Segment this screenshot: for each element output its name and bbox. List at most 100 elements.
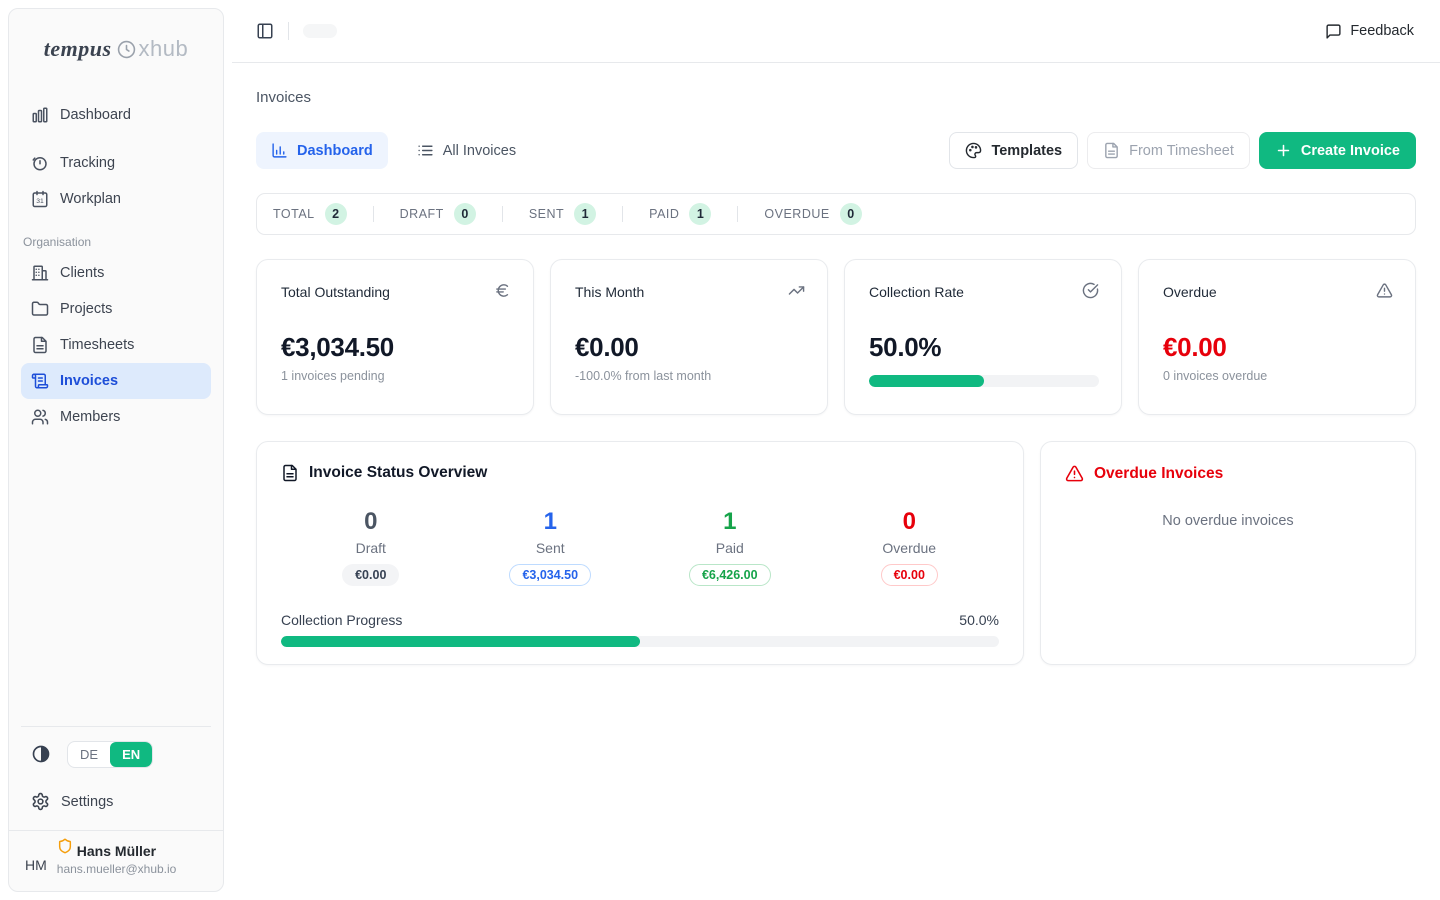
- card-title: Overdue Invoices: [1094, 465, 1223, 483]
- stat-amount-badge: €0.00: [342, 564, 399, 586]
- language-option-de[interactable]: DE: [68, 742, 110, 767]
- svg-text:31: 31: [36, 198, 44, 205]
- contrast-icon[interactable]: [31, 744, 51, 764]
- stat-count: 1: [640, 508, 820, 536]
- strip-label: SENT: [529, 207, 564, 221]
- avatar: HM: [25, 847, 47, 873]
- triangle-alert-icon: [1376, 282, 1393, 299]
- app-logo: tempus xhub: [21, 23, 211, 75]
- circle-check-icon: [1082, 282, 1099, 299]
- shield-icon: [57, 838, 73, 854]
- sidebar-bottom: DE EN Settings HM Hans Müller hans.muell…: [21, 726, 211, 892]
- sidebar-item-timesheets[interactable]: Timesheets: [21, 327, 211, 363]
- user-email: hans.mueller@xhub.io: [57, 862, 177, 877]
- sidebar-item-label: Clients: [60, 265, 104, 281]
- sidebar: tempus xhub Dashboard Tracking 31 Workpl…: [8, 8, 224, 892]
- sidebar-item-tracking[interactable]: Tracking: [21, 145, 211, 181]
- file-text-icon: [1103, 142, 1120, 159]
- stat-count: 0: [820, 508, 1000, 536]
- sidebar-item-dashboard[interactable]: Dashboard: [21, 97, 211, 133]
- sidebar-section-organisation: Organisation: [23, 235, 211, 249]
- count-badge: 1: [689, 203, 711, 225]
- card-total-outstanding: Total Outstanding €3,034.50 1 invoices p…: [256, 259, 534, 415]
- collection-rate-progress: [869, 375, 1099, 387]
- clock-logo-icon: [117, 40, 136, 59]
- sidebar-item-workplan[interactable]: 31 Workplan: [21, 181, 211, 217]
- list-icon: [417, 142, 434, 159]
- sidebar-item-members[interactable]: Members: [21, 399, 211, 435]
- overview-stat-sent: 1 Sent €3,034.50: [461, 508, 641, 586]
- stat-amount-badge: €0.00: [881, 564, 938, 586]
- overview-stat-draft: 0 Draft €0.00: [281, 508, 461, 586]
- language-toggle: DE EN: [67, 741, 153, 768]
- card-value: €3,034.50: [281, 332, 511, 363]
- sidebar-toggle-button[interactable]: [250, 16, 280, 46]
- card-value: €0.00: [1163, 332, 1393, 363]
- card-title: Overdue: [1163, 284, 1393, 300]
- topbar-divider: [288, 22, 289, 40]
- sidebar-item-label: Members: [60, 409, 120, 425]
- tab-label: All Invoices: [443, 143, 516, 159]
- create-invoice-button[interactable]: Create Invoice: [1259, 132, 1416, 169]
- count-badge: 2: [325, 203, 347, 225]
- strip-item-draft[interactable]: DRAFT 0: [400, 203, 476, 225]
- card-value: €0.00: [575, 332, 805, 363]
- timer-icon: [31, 154, 49, 172]
- card-collection-rate: Collection Rate 50.0%: [844, 259, 1122, 415]
- stat-amount-badge: €3,034.50: [509, 564, 591, 586]
- stat-count: 1: [461, 508, 641, 536]
- strip-item-total[interactable]: TOTAL 2: [273, 203, 347, 225]
- user-menu[interactable]: HM Hans Müller hans.mueller@xhub.io: [9, 830, 223, 892]
- palette-icon: [965, 142, 982, 159]
- strip-label: TOTAL: [273, 207, 315, 221]
- panel-left-icon: [256, 22, 274, 40]
- card-this-month: This Month €0.00 -100.0% from last month: [550, 259, 828, 415]
- logo-brand-text: tempus: [44, 36, 112, 62]
- settings-label: Settings: [61, 794, 113, 810]
- count-badge: 0: [840, 203, 862, 225]
- strip-label: DRAFT: [400, 207, 444, 221]
- sidebar-item-projects[interactable]: Projects: [21, 291, 211, 327]
- invoice-counts-strip: TOTAL 2 DRAFT 0 SENT 1 PAID 1 OVERDUE 0: [256, 193, 1416, 235]
- collection-progress-label: Collection Progress: [281, 612, 402, 628]
- overview-stat-overdue: 0 Overdue €0.00: [820, 508, 1000, 586]
- sidebar-item-invoices[interactable]: Invoices: [21, 363, 211, 399]
- stat-count: 0: [281, 508, 461, 536]
- language-option-en[interactable]: EN: [110, 742, 152, 767]
- trending-up-icon: [788, 282, 805, 299]
- feedback-button[interactable]: Feedback: [1325, 23, 1414, 40]
- gear-icon: [31, 792, 50, 811]
- card-title: Collection Rate: [869, 284, 1099, 300]
- strip-label: PAID: [649, 207, 679, 221]
- from-timesheet-button[interactable]: From Timesheet: [1087, 132, 1250, 169]
- stat-label: Overdue: [820, 540, 1000, 556]
- count-badge: 1: [574, 203, 596, 225]
- tab-dashboard[interactable]: Dashboard: [256, 132, 388, 169]
- templates-button[interactable]: Templates: [949, 132, 1078, 169]
- bar-chart-icon: [271, 142, 288, 159]
- card-subtitle: 0 invoices overdue: [1163, 369, 1393, 383]
- sidebar-item-label: Workplan: [60, 191, 121, 207]
- topbar: Feedback: [232, 0, 1440, 63]
- count-badge: 0: [454, 203, 476, 225]
- card-subtitle: -100.0% from last month: [575, 369, 805, 383]
- strip-item-overdue[interactable]: OVERDUE 0: [764, 203, 861, 225]
- card-value: 50.0%: [869, 332, 1099, 363]
- strip-item-sent[interactable]: SENT 1: [529, 203, 596, 225]
- create-invoice-label: Create Invoice: [1301, 143, 1400, 159]
- breadcrumb-skeleton: [303, 24, 337, 38]
- stat-label: Paid: [640, 540, 820, 556]
- tab-all-invoices[interactable]: All Invoices: [402, 132, 531, 169]
- page-title: Invoices: [256, 89, 1416, 106]
- calendar-icon: 31: [31, 190, 49, 208]
- collection-progress-value: 50.0%: [959, 612, 999, 628]
- file-text-icon: [31, 336, 49, 354]
- overview-stat-paid: 1 Paid €6,426.00: [640, 508, 820, 586]
- logo-suffix-text: xhub: [139, 36, 189, 62]
- sidebar-item-clients[interactable]: Clients: [21, 255, 211, 291]
- from-timesheet-label: From Timesheet: [1129, 143, 1234, 159]
- strip-item-paid[interactable]: PAID 1: [649, 203, 711, 225]
- sidebar-item-settings[interactable]: Settings: [21, 784, 211, 820]
- overdue-invoices-card: Overdue Invoices No overdue invoices: [1040, 441, 1416, 665]
- strip-label: OVERDUE: [764, 207, 829, 221]
